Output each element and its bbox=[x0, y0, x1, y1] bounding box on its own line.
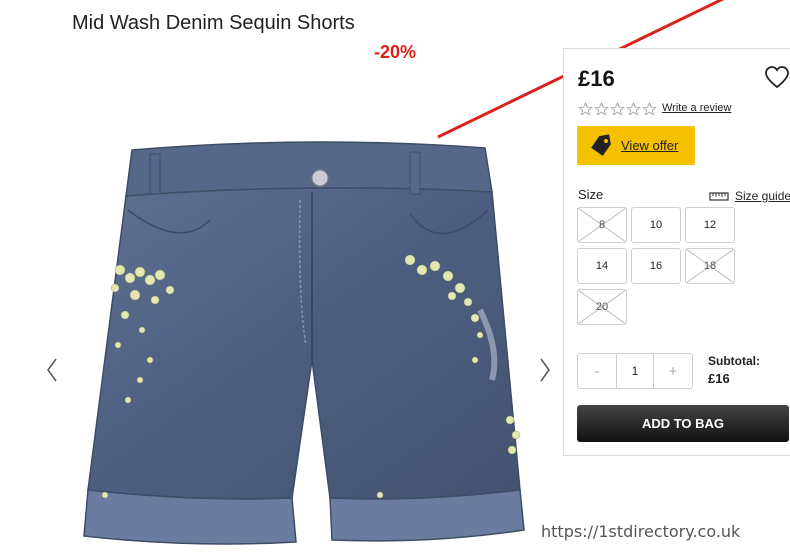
size-option-18[interactable]: 18 bbox=[685, 248, 735, 284]
star-icon bbox=[594, 102, 609, 116]
product-title: Mid Wash Denim Sequin Shorts bbox=[72, 12, 355, 34]
rating-stars bbox=[578, 102, 657, 116]
subtotal-value: £16 bbox=[708, 371, 730, 386]
view-offer-button[interactable]: View offer bbox=[577, 126, 695, 165]
quantity-increase-button[interactable]: + bbox=[654, 354, 692, 388]
size-option-20[interactable]: 20 bbox=[577, 289, 627, 325]
view-offer-label: View offer bbox=[621, 138, 679, 153]
star-icon bbox=[578, 102, 593, 116]
gallery-next-button[interactable] bbox=[535, 355, 555, 385]
size-label-16: 16 bbox=[649, 260, 663, 272]
size-label-14: 14 bbox=[595, 260, 609, 272]
product-image bbox=[83, 141, 525, 545]
quantity-stepper: - 1 + bbox=[577, 353, 693, 389]
discount-badge: -20% bbox=[374, 42, 417, 62]
heart-icon[interactable] bbox=[764, 65, 790, 91]
size-guide-label: Size guide bbox=[735, 189, 790, 203]
size-option-16[interactable]: 16 bbox=[631, 248, 681, 284]
price: £16 bbox=[578, 66, 615, 91]
size-option-10[interactable]: 10 bbox=[631, 207, 681, 243]
size-guide-link[interactable]: Size guide bbox=[709, 189, 790, 203]
quantity-decrease-button[interactable]: - bbox=[578, 354, 616, 388]
size-option-8[interactable]: 8 bbox=[577, 207, 627, 243]
chevron-left-icon bbox=[47, 358, 57, 382]
size-label-18: 18 bbox=[703, 260, 717, 272]
subtotal-label: Subtotal: bbox=[708, 354, 760, 368]
chevron-right-icon bbox=[540, 358, 550, 382]
size-option-14[interactable]: 14 bbox=[577, 248, 627, 284]
purchase-panel: £16 Write a review View offer Size Size … bbox=[563, 48, 790, 456]
star-icon bbox=[626, 102, 641, 116]
size-label-10: 10 bbox=[649, 219, 663, 231]
size-option-12[interactable]: 12 bbox=[685, 207, 735, 243]
add-to-bag-button[interactable]: ADD TO BAG bbox=[577, 405, 789, 442]
quantity-input[interactable]: 1 bbox=[616, 354, 654, 388]
write-review-link[interactable]: Write a review bbox=[662, 102, 731, 114]
gallery-prev-button[interactable] bbox=[42, 355, 62, 385]
size-label-12: 12 bbox=[703, 219, 717, 231]
tag-icon bbox=[591, 133, 611, 156]
star-icon bbox=[642, 102, 657, 116]
ruler-icon bbox=[709, 192, 729, 201]
star-icon bbox=[610, 102, 625, 116]
size-label-8: 8 bbox=[598, 219, 606, 231]
watermark: https://1stdirectory.co.uk bbox=[541, 522, 741, 541]
size-label: Size bbox=[578, 187, 604, 202]
size-label-20: 20 bbox=[595, 301, 609, 313]
